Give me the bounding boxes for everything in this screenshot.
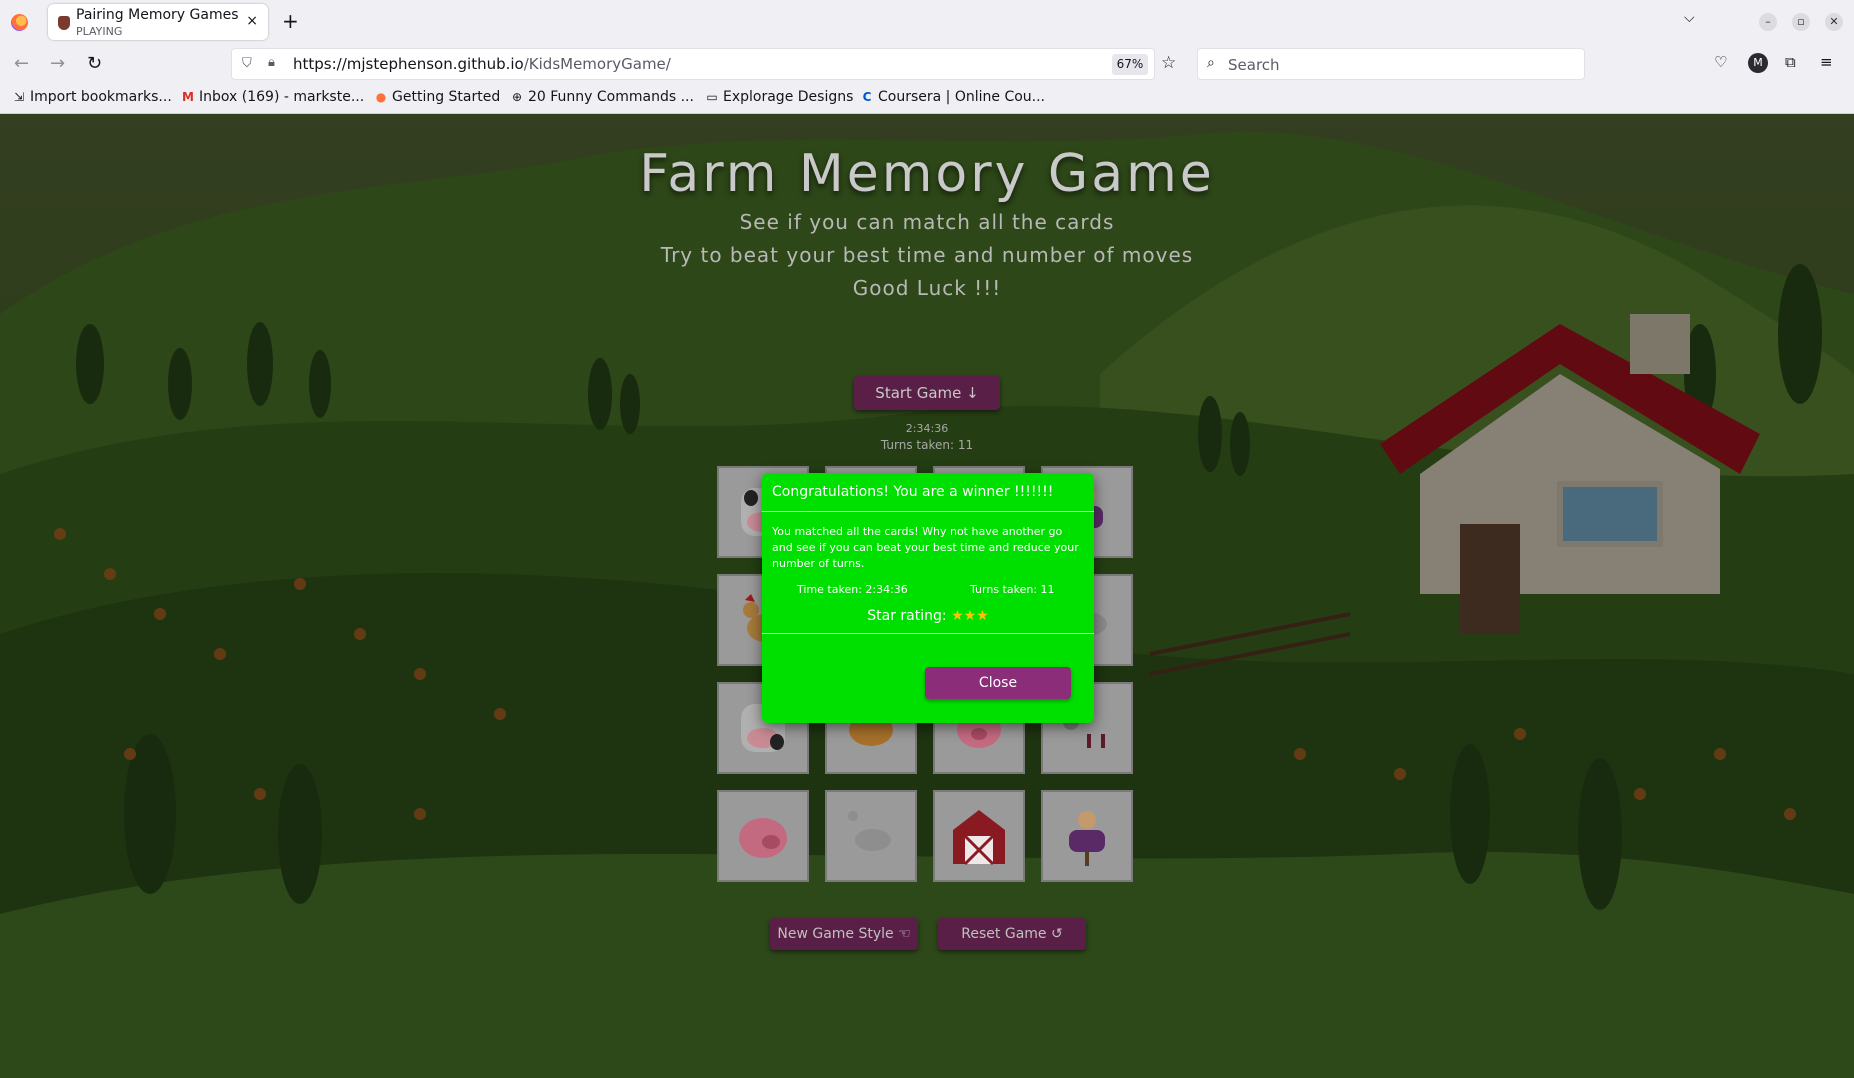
coursera-icon: C (862, 90, 872, 104)
search-input[interactable]: ⌕ Search (1197, 48, 1585, 80)
bookmark-coursera[interactable]: C Coursera | Online Cou... (860, 89, 1045, 105)
url-host: https://mjstephenson.github.io (293, 55, 524, 73)
pig-icon (739, 818, 787, 858)
import-icon: ⇲ (13, 90, 25, 104)
tab-title: Pairing Memory Games (76, 7, 239, 23)
browser-chrome: Pairing Memory Games PLAYING × + ⌵ – ▫ ✕… (0, 0, 1854, 114)
globe-icon: ⊕ (511, 90, 523, 104)
scarecrow-icon (1069, 811, 1105, 866)
close-window-icon[interactable]: ✕ (1825, 13, 1843, 31)
modal-time-taken: Time taken: 2:34:36 (797, 583, 908, 596)
card-scarecrow[interactable] (1041, 790, 1133, 882)
bookmark-label: Explorage Designs (723, 89, 854, 105)
bookmark-funny-commands[interactable]: ⊕ 20 Funny Commands ... (510, 89, 694, 105)
folder-icon: ▭ (706, 90, 718, 104)
star-rating-label: Star rating: (867, 608, 952, 624)
goose-icon (848, 811, 891, 851)
bookmarks-toolbar: ⇲ Import bookmarks... M Inbox (169) - mark… (0, 86, 1854, 112)
modal-body-text: You matched all the cards! Why not have … (772, 525, 1079, 570)
search-placeholder: Search (1228, 56, 1280, 74)
star-rating-icons: ★★★ (951, 608, 989, 624)
nav-bar: ← → ↻ ⛉ 🔒︎ https://mjstephenson.github.i… (0, 44, 1854, 84)
tab-pairing-memory-games[interactable]: Pairing Memory Games PLAYING × (48, 4, 268, 40)
minimize-icon[interactable]: – (1759, 13, 1777, 31)
intro-line-2: Try to beat your best time and number of… (660, 243, 1194, 267)
lock-icon[interactable]: 🔒︎ (268, 55, 275, 70)
turns-counter: Turns taken: 11 (880, 438, 974, 452)
bookmark-label: Coursera | Online Cou... (878, 89, 1046, 105)
game-timer: 2:34:36 (905, 422, 949, 435)
modal-heading: Congratulations! You are a winner !!!!!!… (772, 484, 1054, 500)
game-page: Farm Memory Game See if you can match al… (0, 114, 1854, 1078)
tab-subtitle: PLAYING (76, 25, 123, 38)
card-goose[interactable] (825, 790, 917, 882)
modal-divider (762, 633, 1094, 634)
gmail-icon: M (182, 90, 194, 104)
zoom-level[interactable]: 67% (1112, 54, 1148, 75)
card-barn[interactable] (933, 790, 1025, 882)
bookmark-label: Getting Started (392, 89, 501, 105)
url-path: /KidsMemoryGame/ (523, 55, 671, 73)
modal-divider (762, 511, 1094, 512)
bookmark-label: 20 Funny Commands ... (528, 89, 694, 105)
app-menu-icon[interactable]: ≡ (1820, 53, 1833, 71)
bookmark-gmail[interactable]: M Inbox (169) - markste... (181, 89, 364, 105)
intro-line-3: Good Luck !!! (852, 276, 1002, 300)
new-game-style-button[interactable]: New Game Style ☜ (770, 918, 918, 950)
forward-icon[interactable]: → (50, 53, 65, 74)
star-rating: Star rating: ★★★ (762, 608, 1094, 624)
restore-icon[interactable]: ▫ (1792, 13, 1810, 31)
reset-game-button[interactable]: Reset Game ↺ (938, 918, 1086, 950)
list-tabs-chevron-icon[interactable]: ⌵ (1684, 10, 1695, 26)
account-avatar[interactable]: M (1748, 53, 1768, 73)
bookmark-label: Import bookmarks... (30, 89, 172, 105)
close-button[interactable]: Close (925, 667, 1071, 699)
card-pig[interactable] (717, 790, 809, 882)
firefox-icon: ● (375, 90, 387, 104)
new-tab-button[interactable]: + (282, 9, 299, 33)
modal-turns-taken: Turns taken: 11 (970, 583, 1055, 596)
bookmark-import[interactable]: ⇲ Import bookmarks... (12, 89, 172, 105)
pocket-icon[interactable]: ♡ (1714, 53, 1727, 71)
bookmark-star-icon[interactable]: ☆ (1161, 53, 1176, 73)
page-title: Farm Memory Game (639, 144, 1215, 204)
tab-bar: Pairing Memory Games PLAYING × + ⌵ – ▫ ✕ (0, 0, 1854, 44)
intro-line-1: See if you can match all the cards (739, 210, 1115, 234)
url-bar[interactable]: ⛉ 🔒︎ https://mjstephenson.github.io/Kids… (231, 48, 1176, 80)
winner-modal: Congratulations! You are a winner !!!!!!… (762, 473, 1094, 723)
bookmark-label: Inbox (169) - markste... (199, 89, 365, 105)
tab-favicon-icon (58, 16, 70, 30)
firefox-menu-icon[interactable] (11, 14, 28, 31)
back-icon[interactable]: ← (14, 53, 29, 74)
tracking-shield-icon[interactable]: ⛉ (242, 56, 252, 71)
tab-close-icon[interactable]: × (246, 13, 258, 29)
extensions-icon[interactable]: ⧉ (1785, 53, 1796, 71)
start-game-button[interactable]: Start Game ↓ (854, 376, 1000, 410)
reload-icon[interactable]: ↻ (87, 53, 102, 74)
url-text[interactable]: https://mjstephenson.github.io/KidsMemor… (293, 55, 671, 73)
bookmark-explorage[interactable]: ▭ Explorage Designs (705, 89, 853, 105)
barn-icon (953, 810, 1005, 866)
search-icon: ⌕ (1207, 55, 1215, 71)
bookmark-getting-started[interactable]: ● Getting Started (374, 89, 501, 105)
